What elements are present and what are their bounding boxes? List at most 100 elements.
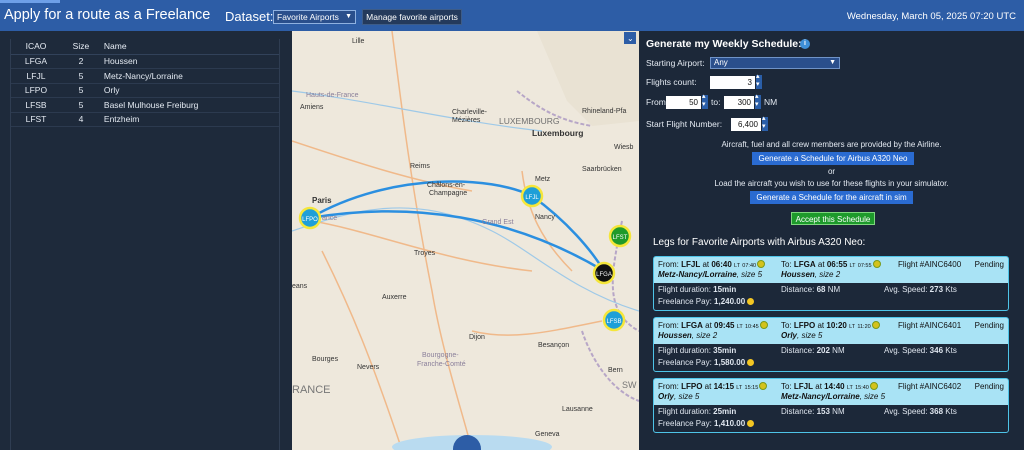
airport-marker-lfsb[interactable]: LFSB [602,308,626,332]
accept-schedule-button[interactable]: Accept this Schedule [791,212,875,225]
cell-size: 4 [60,112,101,127]
map-label-nevers: Nevers [357,364,380,371]
from-prefix: From: [658,321,682,330]
pay-value: 1,580.00 [714,358,746,367]
airport-marker-lfst[interactable]: LFST [608,224,632,248]
leg-arrival-airport: Houssen, size 2 [781,270,840,279]
table-row[interactable]: LFPO 5 Orly [11,83,279,98]
map-label-saarbrucken: Saarbrücken [582,166,622,173]
flights-count-input[interactable]: 3 [710,76,755,89]
airport-marker-lfpo[interactable]: LFPO [298,206,322,230]
freelance-pay: Freelance Pay: 1,580.00 [658,358,755,367]
manage-favorite-airports-button[interactable]: Manage favorite airports [362,9,462,25]
at-text: at [815,321,827,330]
to-airport-size: , size 5 [859,392,886,401]
map-label-sw: SW [622,380,637,390]
freelance-pay: Freelance Pay: 1,410.00 [658,419,755,428]
cell-icao: LFPO [11,83,61,98]
starting-airport-select[interactable]: Any ▼ [710,57,840,69]
start-flight-number-stepper[interactable] [762,114,768,131]
leg-departure: From: LFPO at 14:15 LT 15:15 [658,382,768,391]
to-distance-input[interactable]: 300 [724,96,754,109]
speed-value: 273 [929,285,944,294]
column-header-name[interactable]: Name [100,39,279,55]
from-prefix: From: [658,260,682,269]
to-distance-stepper[interactable] [755,92,761,109]
airport-marker-lfjl[interactable]: LFJL [520,184,544,208]
page-title: Apply for a route as a Freelance [4,7,211,23]
map-canvas[interactable]: ⌄ Lille Amiens Hauts-de-France Charlevil… [292,31,639,450]
from-distance-input[interactable]: 50 [666,96,701,109]
start-flight-number-input[interactable]: 6,400 [731,118,761,131]
nm-unit-label: NM [764,97,778,107]
arrival-local-time: 07:55 [857,263,872,269]
duration-label: Flight duration: [658,346,714,355]
distance-unit: NM [829,346,845,355]
from-distance-stepper[interactable] [702,92,708,109]
map-label-wiesb: Wiesb [614,144,634,151]
cell-icao: LFJL [11,68,61,84]
distance: Distance: 202 NM [781,346,845,355]
generate-sim-aircraft-schedule-button[interactable]: Generate a Schedule for the aircraft in … [750,191,913,204]
airport-marker-lfga[interactable]: LFGA [592,261,616,285]
to-airport-name: Metz-Nancy/Lorraine [781,392,860,401]
top-bar: Apply for a route as a Freelance Dataset… [0,0,1024,31]
map-label-geneva: Geneva [535,431,560,438]
cell-name: Houssen [100,54,279,69]
airports-table: ICAO Size Name LFGA 2 Houssen LFJL 5 Metz-Na… [11,39,279,127]
flights-count-stepper[interactable] [756,72,762,89]
to-airport-name: Orly [781,331,798,340]
lt-label: LT [849,324,856,330]
map-label-dijon: Dijon [469,334,485,341]
status-badge: Pending [974,382,1004,391]
leg-card[interactable]: From: LFGA at 09:45 LT 10:45 Houssen, si… [653,317,1009,372]
map-label-reims: Reims [410,163,430,170]
pay-value: 1,410.00 [714,419,746,428]
duration-value: 35min [713,346,737,355]
starting-airport-value: Any [714,58,728,67]
or-text: or [827,167,836,176]
leg-departure-airport: Houssen, size 2 [658,331,717,340]
map-label-orleans: eans [292,283,308,290]
to-airport-size: , size 5 [797,331,823,340]
lt-label: LT [846,385,853,391]
column-header-icao[interactable]: ICAO [11,39,61,55]
duration-label: Flight duration: [658,407,714,416]
weather-sun-icon [869,382,878,390]
chevron-down-icon: ⌄ [627,34,634,43]
table-row[interactable]: LFST 4 Entzheim [11,112,279,127]
from-icao: LFJL [681,260,701,269]
speed-label: Avg. Speed: [884,407,930,416]
from-prefix: From: [658,382,682,391]
route-map[interactable]: ⌄ Lille Amiens Hauts-de-France Charlevil… [292,31,639,450]
legs-title: Legs for Favorite Airports with Airbus A… [653,237,866,248]
lt-label: LT [734,263,741,269]
distance-label: Distance: [781,285,817,294]
map-label-luxembourg: Luxembourg [532,128,583,138]
pay-label: Freelance Pay: [658,358,715,367]
map-label-mezieres: Mézières [452,117,481,124]
generate-a320neo-schedule-button[interactable]: Generate a Schedule for Airbus A320 Neo [752,152,914,165]
leg-card[interactable]: From: LFPO at 14:15 LT 15:15 Orly, size … [653,378,1009,433]
arrival-local-time: 11:20 [857,324,871,330]
speed-value: 368 [929,407,944,416]
flights-count-label: Flights count: [646,77,697,87]
table-row[interactable]: LFGA 2 Houssen [11,54,279,69]
info-icon[interactable]: i [800,39,810,49]
column-header-size[interactable]: Size [60,39,101,55]
to-icao: LFJL [793,382,814,391]
table-row[interactable]: LFSB 5 Basel Mulhouse Freiburg [11,97,279,113]
from-airport-size: , size 5 [736,270,763,279]
leg-card[interactable]: From: LFJL at 06:40 LT 07:40 Metz-Nancy/… [653,256,1009,311]
airports-panel: ICAO Size Name LFGA 2 Houssen LFJL 5 Metz-Na… [0,31,292,450]
cell-icao: LFSB [11,97,61,113]
to-prefix: To: [781,321,794,330]
weather-sun-icon [759,321,768,329]
airport-marker-label: LFSB [606,319,621,325]
map-label-rhineland: Rhineland-Pfa [582,108,626,115]
dataset-select[interactable]: Favorite Airports ▼ [273,10,356,24]
distance: Distance: 68 NM [781,285,840,294]
to-icao: LFPO [793,321,816,330]
at-text: at [813,382,825,391]
table-row[interactable]: LFJL 5 Metz-Nancy/Lorraine [11,68,279,84]
